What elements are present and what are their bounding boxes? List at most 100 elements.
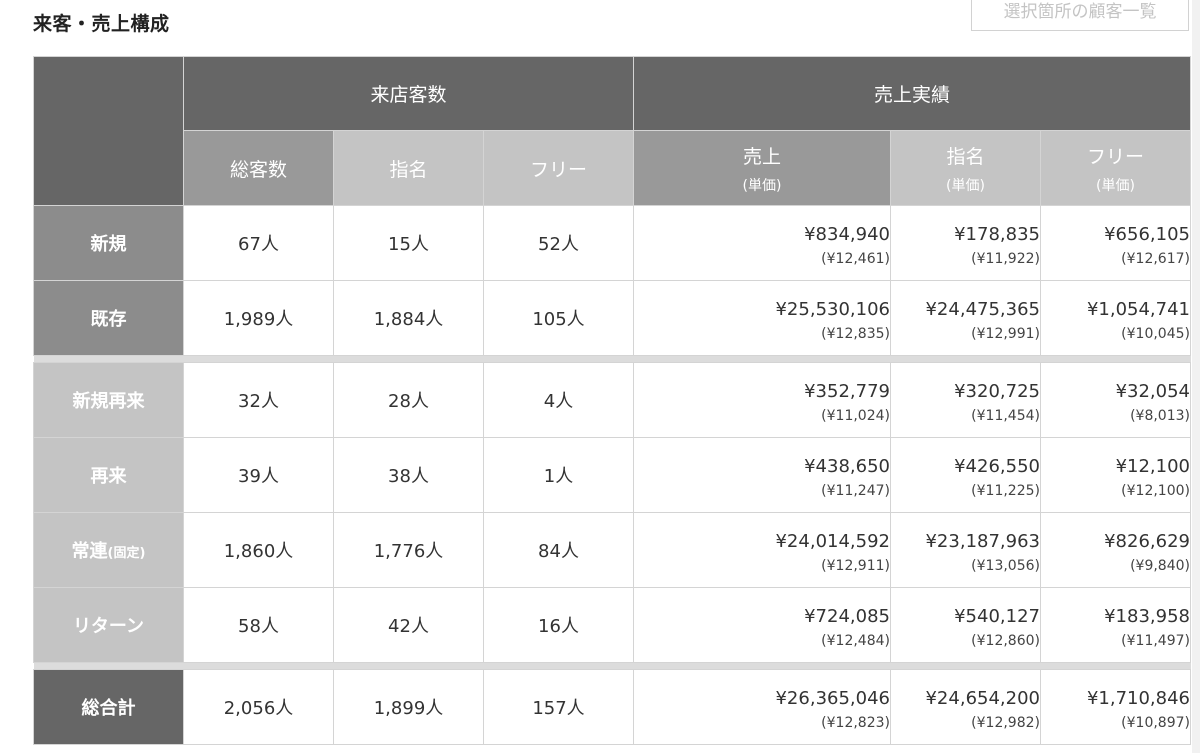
row-header-new-return: 新規再来: [33, 362, 184, 438]
vertical-scrollbar[interactable]: [1192, 0, 1200, 753]
sales-free-cell[interactable]: ¥826,629 (¥9,840): [1040, 512, 1191, 588]
sales-unit-price: (¥11,024): [821, 407, 890, 424]
sales-amount: ¥426,550: [954, 455, 1040, 477]
sales-designated-cell[interactable]: ¥540,127 (¥12,860): [890, 587, 1041, 663]
row-header-new: 新規: [33, 205, 184, 281]
total-customers-cell[interactable]: 39人: [183, 437, 334, 513]
sales-free-header[interactable]: フリー (単価): [1040, 130, 1191, 206]
row-separator: [33, 662, 1191, 670]
table-row: 新規再来 32人 28人 4人 ¥352,779 (¥11,024) ¥320,…: [33, 362, 1191, 438]
free-header[interactable]: フリー: [483, 130, 634, 206]
sales-cell[interactable]: ¥352,779 (¥11,024): [633, 362, 891, 438]
sales-designated-cell[interactable]: ¥426,550 (¥11,225): [890, 437, 1041, 513]
sales-unit-price: (¥13,056): [971, 557, 1040, 574]
sales-unit-price: (¥12,835): [821, 325, 890, 342]
sales-unit-price: (¥12,982): [971, 714, 1040, 731]
sales-amount: ¥1,054,741: [1086, 298, 1190, 320]
free-cell[interactable]: 52人: [483, 205, 634, 281]
sales-free-header-label: フリー: [1086, 145, 1144, 168]
sales-unit-price: (¥12,461): [821, 250, 890, 267]
sales-cell[interactable]: ¥438,650 (¥11,247): [633, 437, 891, 513]
sales-amount: ¥26,365,046: [775, 687, 890, 709]
designated-header[interactable]: 指名: [333, 130, 484, 206]
sales-designated-cell[interactable]: ¥24,654,200 (¥12,982): [890, 669, 1041, 745]
sales-designated-cell[interactable]: ¥320,725 (¥11,454): [890, 362, 1041, 438]
sales-unit-price: (¥11,454): [971, 407, 1040, 424]
customer-list-button[interactable]: 選択箇所の顧客一覧: [971, 0, 1189, 31]
sales-amount: ¥32,054: [1115, 380, 1190, 402]
sales-amount: ¥352,779: [804, 380, 890, 402]
free-cell[interactable]: 84人: [483, 512, 634, 588]
total-customers-cell[interactable]: 1,860人: [183, 512, 334, 588]
free-cell[interactable]: 105人: [483, 280, 634, 356]
unit-price-label: (単価): [742, 177, 782, 194]
sales-unit-price: (¥12,100): [1121, 482, 1190, 499]
designated-cell[interactable]: 15人: [333, 205, 484, 281]
sales-amount: ¥826,629: [1104, 530, 1190, 552]
sales-unit-price: (¥12,617): [1121, 250, 1190, 267]
sales-free-cell[interactable]: ¥32,054 (¥8,013): [1040, 362, 1191, 438]
free-cell[interactable]: 4人: [483, 362, 634, 438]
total-customers-cell[interactable]: 32人: [183, 362, 334, 438]
sales-cell[interactable]: ¥25,530,106 (¥12,835): [633, 280, 891, 356]
separator-cell: [33, 662, 1191, 670]
sales-free-cell[interactable]: ¥1,710,846 (¥10,897): [1040, 669, 1191, 745]
total-customers-cell[interactable]: 58人: [183, 587, 334, 663]
sales-amount: ¥12,100: [1115, 455, 1190, 477]
sales-unit-price: (¥12,860): [971, 632, 1040, 649]
row-header-return: 再来: [33, 437, 184, 513]
sales-amount: ¥24,654,200: [925, 687, 1040, 709]
sales-amount: ¥834,940: [804, 223, 890, 245]
row-header-comeback: リターン: [33, 587, 184, 663]
total-customers-cell[interactable]: 1,989人: [183, 280, 334, 356]
sales-cell[interactable]: ¥24,014,592 (¥12,911): [633, 512, 891, 588]
sales-unit-price: (¥8,013): [1130, 407, 1190, 424]
table-row-total: 総合計 2,056人 1,899人 157人 ¥26,365,046 (¥12,…: [33, 669, 1191, 745]
sales-amount: ¥724,085: [804, 605, 890, 627]
designated-cell[interactable]: 42人: [333, 587, 484, 663]
sales-free-cell[interactable]: ¥183,958 (¥11,497): [1040, 587, 1191, 663]
sales-designated-header-label: 指名: [946, 145, 985, 168]
sales-cell[interactable]: ¥724,085 (¥12,484): [633, 587, 891, 663]
unit-price-label: (単価): [946, 177, 985, 194]
row-header-grand-total: 総合計: [33, 669, 184, 745]
unit-price-label: (単価): [1096, 177, 1135, 194]
designated-cell[interactable]: 38人: [333, 437, 484, 513]
sales-designated-header[interactable]: 指名 (単価): [890, 130, 1041, 206]
designated-cell[interactable]: 1,899人: [333, 669, 484, 745]
sales-amount: ¥183,958: [1104, 605, 1190, 627]
sales-unit-price: (¥12,484): [821, 632, 890, 649]
sales-amount: ¥24,475,365: [925, 298, 1040, 320]
row-header-existing: 既存: [33, 280, 184, 356]
sales-free-cell[interactable]: ¥656,105 (¥12,617): [1040, 205, 1191, 281]
designated-cell[interactable]: 1,776人: [333, 512, 484, 588]
sales-unit-price: (¥10,045): [1121, 325, 1190, 342]
sales-amount: ¥656,105: [1104, 223, 1190, 245]
total-customers-header[interactable]: 総客数: [183, 130, 334, 206]
sales-header[interactable]: 売上 (単価): [633, 130, 891, 206]
row-header-regular-tag: (固定): [107, 546, 146, 561]
sales-designated-cell[interactable]: ¥178,835 (¥11,922): [890, 205, 1041, 281]
sales-unit-price: (¥11,247): [821, 482, 890, 499]
free-cell[interactable]: 1人: [483, 437, 634, 513]
sales-designated-cell[interactable]: ¥23,187,963 (¥13,056): [890, 512, 1041, 588]
sales-unit-price: (¥12,823): [821, 714, 890, 731]
sales-cell[interactable]: ¥834,940 (¥12,461): [633, 205, 891, 281]
corner-header: [33, 56, 184, 206]
free-cell[interactable]: 16人: [483, 587, 634, 663]
sales-unit-price: (¥12,991): [971, 325, 1040, 342]
total-customers-cell[interactable]: 2,056人: [183, 669, 334, 745]
sales-free-cell[interactable]: ¥12,100 (¥12,100): [1040, 437, 1191, 513]
sales-amount: ¥320,725: [954, 380, 1040, 402]
sales-designated-cell[interactable]: ¥24,475,365 (¥12,991): [890, 280, 1041, 356]
section-title: 来客・売上構成: [33, 13, 170, 35]
sales-amount: ¥24,014,592: [775, 530, 890, 552]
table-row: 既存 1,989人 1,884人 105人 ¥25,530,106 (¥12,8…: [33, 280, 1191, 356]
sales-amount: ¥540,127: [954, 605, 1040, 627]
total-customers-cell[interactable]: 67人: [183, 205, 334, 281]
sales-cell[interactable]: ¥26,365,046 (¥12,823): [633, 669, 891, 745]
sales-free-cell[interactable]: ¥1,054,741 (¥10,045): [1040, 280, 1191, 356]
designated-cell[interactable]: 1,884人: [333, 280, 484, 356]
designated-cell[interactable]: 28人: [333, 362, 484, 438]
free-cell[interactable]: 157人: [483, 669, 634, 745]
